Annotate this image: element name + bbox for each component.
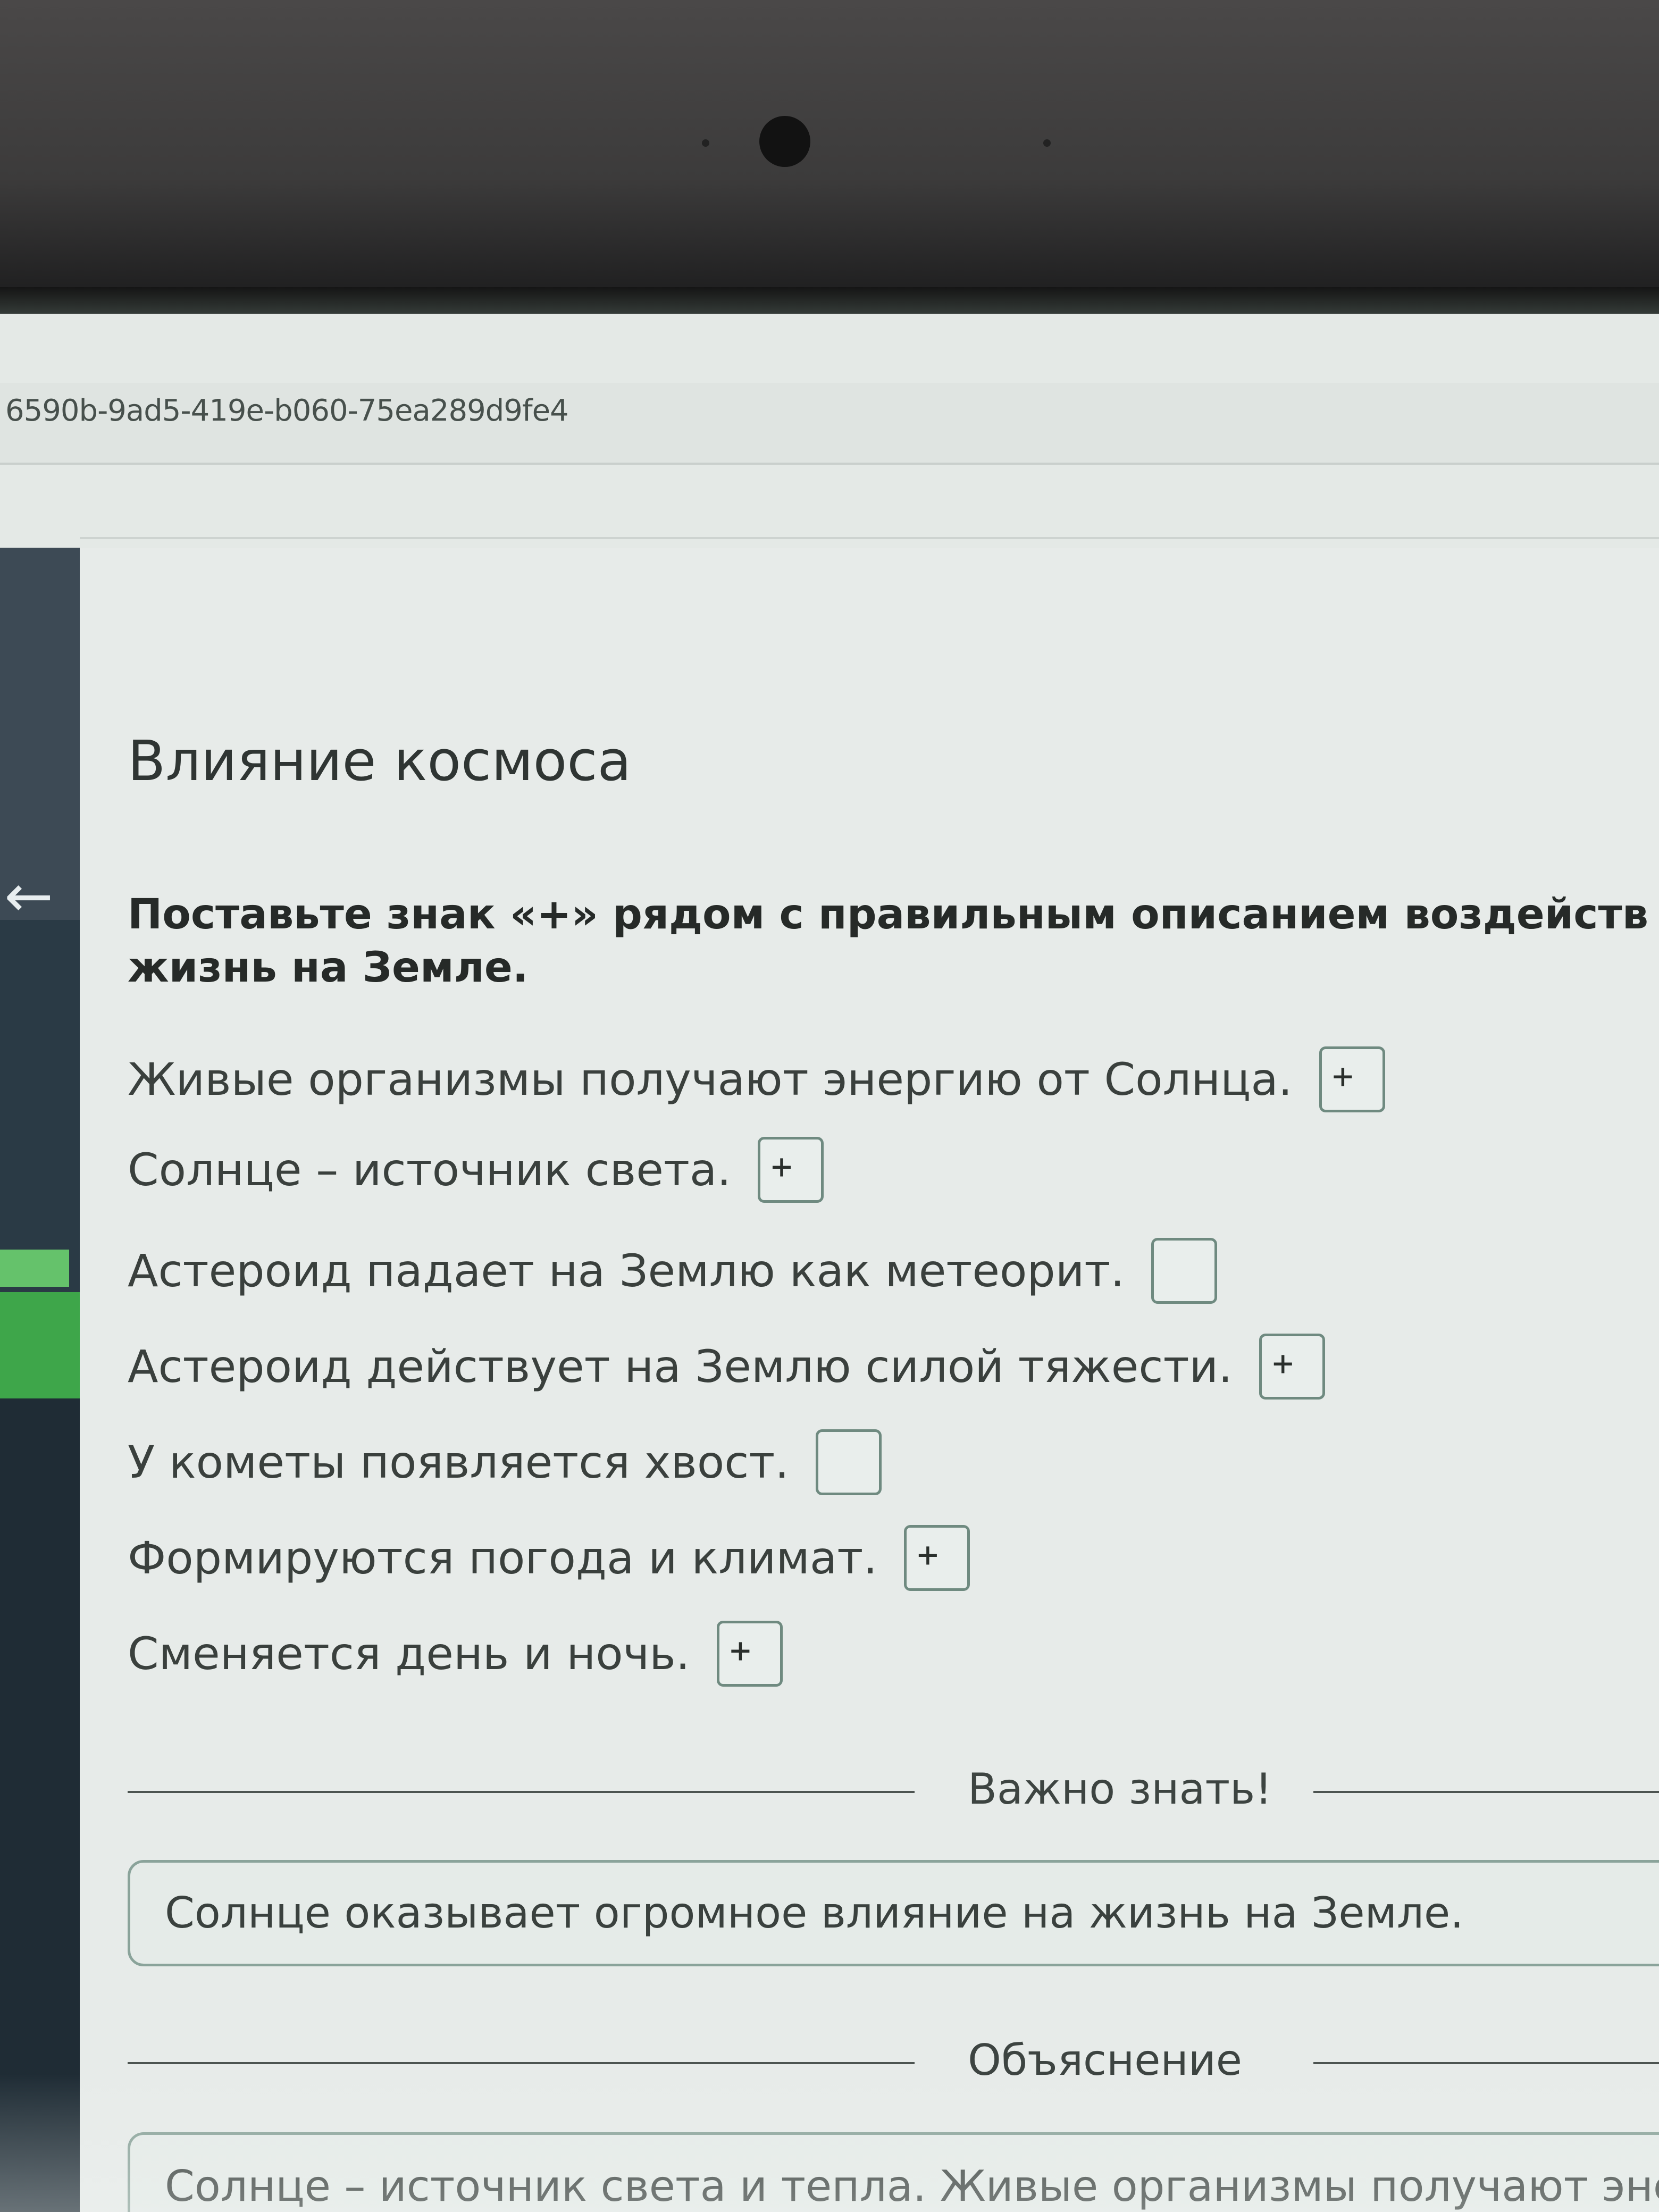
explanation-text: Солнце – источник света и тепла. Живые о… <box>165 2161 1659 2211</box>
answer-text: Живые организмы получают энергию от Солн… <box>128 1053 1293 1105</box>
sidebar: ← ⌃ <box>0 548 80 2212</box>
answer-row: Живые организмы получают энергию от Солн… <box>128 1046 1385 1112</box>
answer-row: Формируются погода и климат. + <box>128 1525 970 1591</box>
divider-line <box>128 1791 915 1793</box>
divider-line <box>128 2062 915 2064</box>
mic-dot <box>702 139 709 147</box>
answer-row: Астероид действует на Землю силой тяжест… <box>128 1334 1325 1400</box>
section-label: Объяснение <box>968 2035 1242 2085</box>
webcam <box>759 116 810 167</box>
answer-text: Астероид падает на Землю как метеорит. <box>128 1245 1125 1297</box>
important-text: Солнце оказывает огромное влияние на жиз… <box>165 1888 1464 1938</box>
task-instruction: Поставьте знак «+» рядом с правильным оп… <box>128 888 1659 994</box>
answer-row: У кометы появляется хвост. <box>128 1429 882 1495</box>
answer-row: Солнце – источник света. + <box>128 1137 824 1203</box>
answer-row: Сменяется день и ночь. + <box>128 1621 783 1687</box>
instruction-line: жизнь на Земле. <box>128 944 529 992</box>
answer-text: У кометы появляется хвост. <box>128 1436 790 1488</box>
instruction-line: Поставьте знак «+» рядом с правильным оп… <box>128 891 1649 939</box>
mic-dot <box>1043 139 1051 147</box>
important-box: Солнце оказывает огромное влияние на жиз… <box>128 1860 1659 1966</box>
answer-input[interactable] <box>1151 1238 1217 1304</box>
sidebar-lower <box>0 1398 80 2212</box>
progress-indicator <box>0 1250 69 1287</box>
answer-text: Формируются погода и климат. <box>128 1532 877 1584</box>
answer-input[interactable]: + <box>903 1525 970 1591</box>
answer-input[interactable]: + <box>716 1621 783 1687</box>
divider-line <box>1313 1791 1659 1793</box>
answer-input[interactable]: + <box>758 1137 824 1203</box>
url-text[interactable]: 6590b-9ad5-419e-b060-75ea289d9fe4 <box>5 393 569 428</box>
toolbar-divider <box>80 537 1659 539</box>
explanation-box: Солнце – источник света и тепла. Живые о… <box>128 2132 1659 2212</box>
answer-input[interactable]: + <box>1259 1334 1325 1400</box>
answer-input[interactable]: + <box>1319 1046 1385 1112</box>
divider-line <box>1313 2062 1659 2064</box>
answer-text: Солнце – источник света. <box>128 1144 732 1196</box>
answer-text: Астероид действует на Землю силой тяжест… <box>128 1340 1233 1393</box>
answer-input[interactable] <box>816 1429 882 1495</box>
answer-row: Астероид падает на Землю как метеорит. <box>128 1238 1217 1304</box>
laptop-bezel <box>0 0 1659 298</box>
page-title: Влияние космоса <box>128 728 632 793</box>
explanation-divider: Объяснение <box>128 2035 1659 2089</box>
arrow-left-icon[interactable]: ← <box>4 867 53 925</box>
important-divider: Важно знать! <box>128 1764 1659 1817</box>
answer-text: Сменяется день и ночь. <box>128 1628 690 1680</box>
sidebar-active-item[interactable]: ⌃ <box>0 1292 80 2095</box>
section-label: Важно знать! <box>968 1764 1272 1814</box>
